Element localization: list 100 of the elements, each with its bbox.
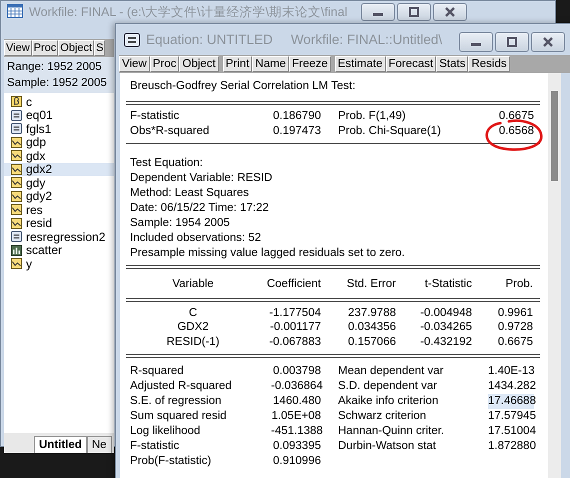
toolbar-button[interactable]: View — [4, 40, 32, 56]
stat-label: Akaike info criterion — [337, 394, 440, 409]
series-icon — [11, 164, 22, 175]
grid-icon — [7, 4, 23, 18]
column-header: Prob. — [504, 277, 533, 292]
object-name: gdy2 — [26, 189, 52, 204]
object-item[interactable]: res — [4, 203, 114, 216]
stat-label: Hannan-Quinn criter. — [337, 424, 446, 439]
maximize-button[interactable] — [495, 32, 529, 52]
object-item[interactable]: scatter — [4, 244, 114, 257]
stat-label: Schwarz criterion — [337, 409, 428, 424]
stat-value: 1460.480 — [272, 394, 321, 409]
table-cell-text: -0.004948 — [419, 306, 472, 320]
stat-label: S.E. of regression — [130, 394, 222, 409]
window-title: Workfile: FINAL - (e:\大学文件\计量经济学\期末论文\final — [29, 4, 348, 21]
range-text: Range: 1952 2005 — [7, 60, 103, 75]
object-name: gdx2 — [26, 162, 52, 176]
toolbar-button[interactable]: Print — [222, 56, 252, 72]
object-item[interactable]: gdy2 — [4, 190, 114, 203]
prob-value: 0.6568 — [498, 125, 534, 137]
object-name: eq01 — [26, 108, 53, 122]
toolbar-button[interactable]: Stats — [436, 56, 468, 72]
stat-label: Mean dependent var — [337, 364, 444, 379]
series-icon — [11, 136, 22, 148]
object-name: resid — [26, 216, 52, 230]
object-name: gdp — [26, 135, 46, 150]
minimize-button[interactable] — [459, 32, 493, 52]
object-name: scatter — [26, 243, 62, 258]
stat-value[interactable]: 1434.282 — [488, 379, 534, 394]
series-icon — [11, 177, 22, 188]
maximize-icon — [506, 37, 518, 47]
toolbar-button[interactable]: S — [94, 40, 106, 56]
toolbar-button[interactable]: Resids — [468, 56, 510, 72]
stat-value[interactable]: 17.57945 — [488, 409, 534, 424]
page-tab[interactable]: Ne — [86, 436, 112, 453]
table-cell-text: 237.9788 — [347, 306, 396, 320]
stat-label: S.D. dependent var — [337, 379, 438, 394]
prob-value: 0.6675 — [498, 110, 534, 122]
output-line: Dependent Variable: RESID — [130, 171, 274, 186]
object-item[interactable]: gdx2 — [4, 162, 114, 176]
toolbar-button[interactable]: Estimate — [334, 56, 386, 72]
object-item[interactable]: gdp — [4, 136, 114, 149]
toolbar-button[interactable]: Freeze — [288, 56, 331, 72]
maximize-icon — [408, 7, 420, 17]
table-cell-text: 0.6675 — [496, 334, 533, 349]
equation-icon — [124, 32, 140, 46]
object-name: resregression2 — [26, 230, 106, 244]
object-item[interactable]: resregression2 — [4, 230, 114, 244]
stat-value[interactable]: 17.46688 — [488, 394, 534, 409]
close-button[interactable] — [531, 32, 565, 52]
equation-icon — [11, 110, 22, 121]
graph-icon — [11, 244, 22, 256]
toolbar-button[interactable]: Forecast — [386, 56, 436, 72]
minimize-button[interactable] — [361, 3, 395, 21]
coefficient-icon — [11, 96, 22, 108]
stat-label: Durbin-Watson stat — [337, 439, 437, 454]
close-icon — [444, 7, 456, 17]
stat-value: 0.186790 — [272, 109, 321, 124]
object-item[interactable]: gdy — [4, 176, 114, 190]
scrollbar[interactable] — [548, 73, 561, 478]
stat-value[interactable]: 17.51004 — [488, 424, 534, 439]
stat-label: Sum squared resid — [130, 409, 228, 424]
output-line: Method: Least Squares — [130, 186, 250, 201]
page-tab[interactable]: Untitled — [34, 436, 87, 453]
stat-value[interactable]: 1.40E-13 — [488, 364, 534, 379]
object-item[interactable]: c — [4, 95, 114, 108]
output-line: Test Equation: — [130, 156, 204, 171]
series-icon — [11, 204, 22, 216]
column-header: Coefficient — [266, 277, 321, 292]
maximize-button[interactable] — [397, 3, 431, 21]
toolbar-button[interactable]: Object — [179, 56, 219, 72]
equation-icon — [11, 231, 22, 242]
output-line: Presample missing value lagged residuals set to zero. — [130, 246, 406, 261]
stat-label: F-statistic — [130, 109, 180, 124]
scroll-thumb[interactable] — [551, 91, 558, 181]
object-item[interactable]: resid — [4, 216, 114, 230]
object-item[interactable]: y — [4, 257, 114, 270]
output-line: Date: 06/15/22 Time: 17:22 — [130, 201, 270, 216]
column-header: Std. Error — [346, 277, 396, 292]
output-line: Included observations: 52 — [130, 231, 262, 246]
object-name: fgls1 — [26, 122, 52, 136]
stat-value[interactable]: 1.872880 — [488, 439, 534, 454]
stat-value: -451.1388 — [271, 424, 321, 439]
object-item[interactable]: gdx — [4, 149, 114, 162]
object-name: y — [26, 256, 32, 271]
table-cell-text: -0.432192 — [419, 334, 472, 349]
toolbar-button[interactable]: Proc — [150, 56, 180, 72]
window-subtitle: Workfile: FINAL::Untitled\ — [290, 32, 442, 47]
toolbar-button[interactable]: Proc — [32, 40, 58, 56]
toolbar-button[interactable]: View — [119, 56, 150, 72]
stat-value: 0.910996 — [272, 454, 321, 469]
output-line: Sample: 1954 2005 — [130, 216, 231, 231]
toolbar-button[interactable]: Object — [58, 40, 94, 56]
table-cell-text: RESID(-1) — [165, 334, 221, 349]
object-item[interactable]: eq01 — [4, 108, 114, 122]
object-item[interactable]: fgls1 — [4, 122, 114, 136]
close-button[interactable] — [433, 3, 467, 21]
object-name: gdx — [26, 148, 46, 163]
toolbar-button[interactable]: Name — [252, 56, 289, 72]
stat-value: 0.093395 — [272, 439, 321, 454]
